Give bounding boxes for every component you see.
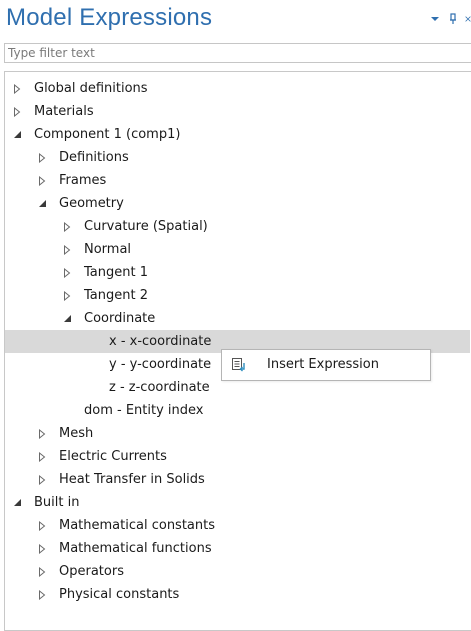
tree-row-label: Tangent 1 [84, 265, 148, 280]
tree-row-label: Tangent 2 [84, 288, 148, 303]
tree-row[interactable]: Materials [5, 100, 470, 123]
expand-arrow-icon[interactable] [36, 445, 48, 468]
expand-arrow-icon[interactable] [11, 100, 23, 123]
expand-arrow-icon[interactable] [36, 468, 48, 491]
tree-row[interactable]: Physical constants [5, 583, 470, 606]
collapse-arrow-icon[interactable] [11, 491, 23, 514]
expand-arrow-icon[interactable] [61, 215, 73, 238]
panel-title: Model Expressions [6, 4, 213, 31]
collapse-arrow-icon[interactable] [61, 307, 73, 330]
tree-row-label: Mathematical constants [59, 518, 215, 533]
expand-arrow-icon[interactable] [11, 77, 23, 100]
expand-arrow-icon[interactable] [36, 146, 48, 169]
tree-row-label: Frames [59, 173, 107, 188]
tree-row-label: x - x-coordinate [109, 334, 212, 349]
tree-row-label: Electric Currents [59, 449, 167, 464]
insert-expression-menu-item[interactable]: Insert Expression [222, 350, 430, 380]
tree-row[interactable]: Definitions [5, 146, 470, 169]
tree-row[interactable]: Tangent 1 [5, 261, 470, 284]
tree-row-label: Mathematical functions [59, 541, 212, 556]
expand-arrow-icon[interactable] [61, 284, 73, 307]
tree-row[interactable]: Tangent 2 [5, 284, 470, 307]
tree-row-label: Physical constants [59, 587, 180, 602]
tree-row[interactable]: Global definitions [5, 77, 470, 100]
expand-arrow-icon[interactable] [36, 560, 48, 583]
tree-row[interactable]: Normal [5, 238, 470, 261]
tree-row-label: dom - Entity index [84, 403, 204, 418]
tree-row-label: Definitions [59, 150, 129, 165]
tree-row-label: Normal [84, 242, 132, 257]
expand-arrow-icon[interactable] [36, 583, 48, 606]
expand-arrow-icon[interactable] [36, 514, 48, 537]
tree-row[interactable]: Component 1 (comp1) [5, 123, 470, 146]
expand-arrow-icon[interactable] [36, 169, 48, 192]
tree-row-label: Curvature (Spatial) [84, 219, 208, 234]
tree-row-label: Component 1 (comp1) [34, 127, 181, 142]
tree-row[interactable]: Coordinate [5, 307, 470, 330]
expand-arrow-icon[interactable] [61, 238, 73, 261]
insert-expression-label: Insert Expression [267, 357, 379, 372]
tree-row[interactable]: Heat Transfer in Solids [5, 468, 470, 491]
tree-row[interactable]: Frames [5, 169, 470, 192]
context-menu: Insert Expression [221, 349, 431, 381]
tree-row-label: Global definitions [34, 81, 148, 96]
tree-row[interactable]: dom - Entity index [5, 399, 470, 422]
tree-row-label: Heat Transfer in Solids [59, 472, 205, 487]
tree-row[interactable]: Mathematical functions [5, 537, 470, 560]
tree-row-label: Coordinate [84, 311, 156, 326]
tree-row[interactable]: Built in [5, 491, 470, 514]
panel-header: Model Expressions [0, 0, 471, 40]
tree-row[interactable]: Mesh [5, 422, 470, 445]
tree-row-label: Mesh [59, 426, 94, 441]
tree-row[interactable]: Mathematical constants [5, 514, 470, 537]
tree-row[interactable]: Curvature (Spatial) [5, 215, 470, 238]
close-icon[interactable] [465, 12, 471, 26]
header-icons [429, 10, 471, 28]
expand-arrow-icon[interactable] [36, 422, 48, 445]
pin-icon[interactable] [447, 12, 459, 26]
filter-input[interactable] [4, 43, 471, 63]
tree-row-label: Materials [34, 104, 94, 119]
tree-row[interactable]: Geometry [5, 192, 470, 215]
tree-row-label: y - y-coordinate [109, 357, 212, 372]
tree-row[interactable]: Electric Currents [5, 445, 470, 468]
tree-row-label: Built in [34, 495, 80, 510]
expand-arrow-icon[interactable] [61, 261, 73, 284]
tree-row-label: Geometry [59, 196, 124, 211]
insert-expression-icon [231, 357, 249, 373]
collapse-arrow-icon[interactable] [36, 192, 48, 215]
tree-row[interactable]: Operators [5, 560, 470, 583]
collapse-arrow-icon[interactable] [11, 123, 23, 146]
expand-arrow-icon[interactable] [36, 537, 48, 560]
tree-row-label: Operators [59, 564, 124, 579]
dropdown-arrow-icon[interactable] [429, 12, 441, 26]
tree-row-label: z - z-coordinate [109, 380, 210, 395]
